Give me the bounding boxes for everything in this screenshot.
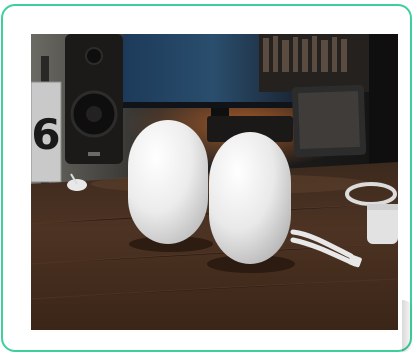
photo-illustration: 6	[31, 34, 398, 330]
sticker-number: 6	[31, 110, 60, 159]
card-shadow	[402, 300, 414, 352]
product-photo: 6	[31, 34, 398, 330]
